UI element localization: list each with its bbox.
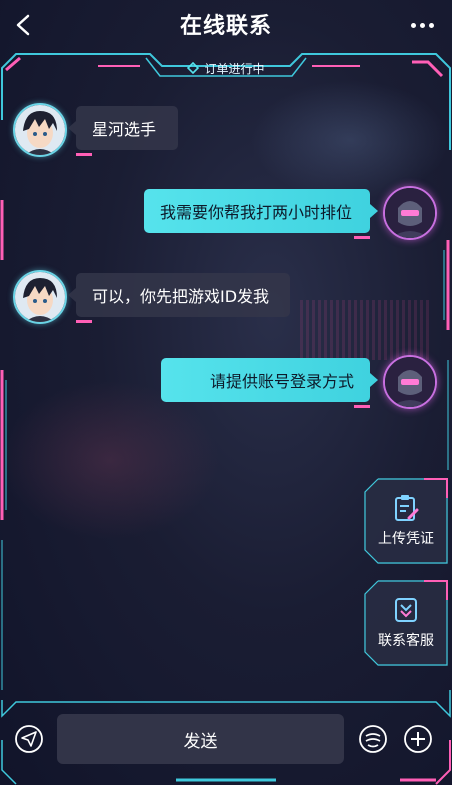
more-options-button[interactable]	[406, 12, 438, 38]
avatar-user[interactable]	[383, 186, 437, 240]
avatar-user[interactable]	[383, 355, 437, 409]
add-attachment-button[interactable]	[403, 724, 433, 754]
background-decoration	[300, 300, 430, 360]
dot-icon	[428, 22, 434, 28]
customer-service-icon	[393, 596, 419, 624]
plus-icon	[404, 725, 432, 753]
order-status-badge: 订单进行中	[146, 56, 306, 80]
send-label: 发送	[183, 731, 218, 752]
anime-boy-avatar-icon	[15, 105, 65, 155]
robot-avatar-icon	[385, 188, 435, 238]
message-bubble-sent: 我需要你帮我打两小时排位	[144, 189, 378, 239]
avatar-player[interactable]	[13, 270, 67, 324]
send-location-button[interactable]	[14, 724, 44, 754]
message-text: 可以，你先把游戏ID发我	[92, 287, 270, 306]
upload-proof-button[interactable]: 上传凭证	[364, 478, 448, 564]
message-bubble-received: 星河选手	[68, 106, 178, 156]
page-title: 在线联系	[179, 14, 272, 39]
emoji-icon	[359, 725, 387, 753]
background-glow	[0, 380, 220, 540]
upload-proof-label: 上传凭证	[378, 531, 434, 547]
emoji-button[interactable]	[358, 724, 388, 754]
status-diamond-icon	[187, 62, 200, 74]
upload-document-icon	[393, 494, 419, 522]
message-bubble-received: 可以，你先把游戏ID发我	[68, 273, 290, 323]
robot-avatar-icon	[385, 357, 435, 407]
message-text: 星河选手	[92, 120, 157, 139]
header: 在线联系	[0, 0, 452, 50]
message-text: 我需要你帮我打两小时排位	[160, 203, 353, 222]
message-bubble-sent: 请提供账号登录方式	[161, 358, 378, 408]
order-status-label: 订单进行中	[204, 61, 265, 76]
contact-support-button[interactable]: 联系客服	[364, 580, 448, 666]
anime-boy-avatar-icon	[15, 272, 65, 322]
dot-icon	[419, 22, 425, 28]
message-text: 请提供账号登录方式	[209, 372, 354, 391]
dot-icon	[410, 22, 416, 28]
contact-support-label: 联系客服	[378, 633, 434, 649]
send-button[interactable]: 发送	[57, 714, 344, 764]
paper-plane-icon	[15, 725, 43, 753]
avatar-player[interactable]	[13, 103, 67, 157]
background-glow	[250, 80, 450, 200]
